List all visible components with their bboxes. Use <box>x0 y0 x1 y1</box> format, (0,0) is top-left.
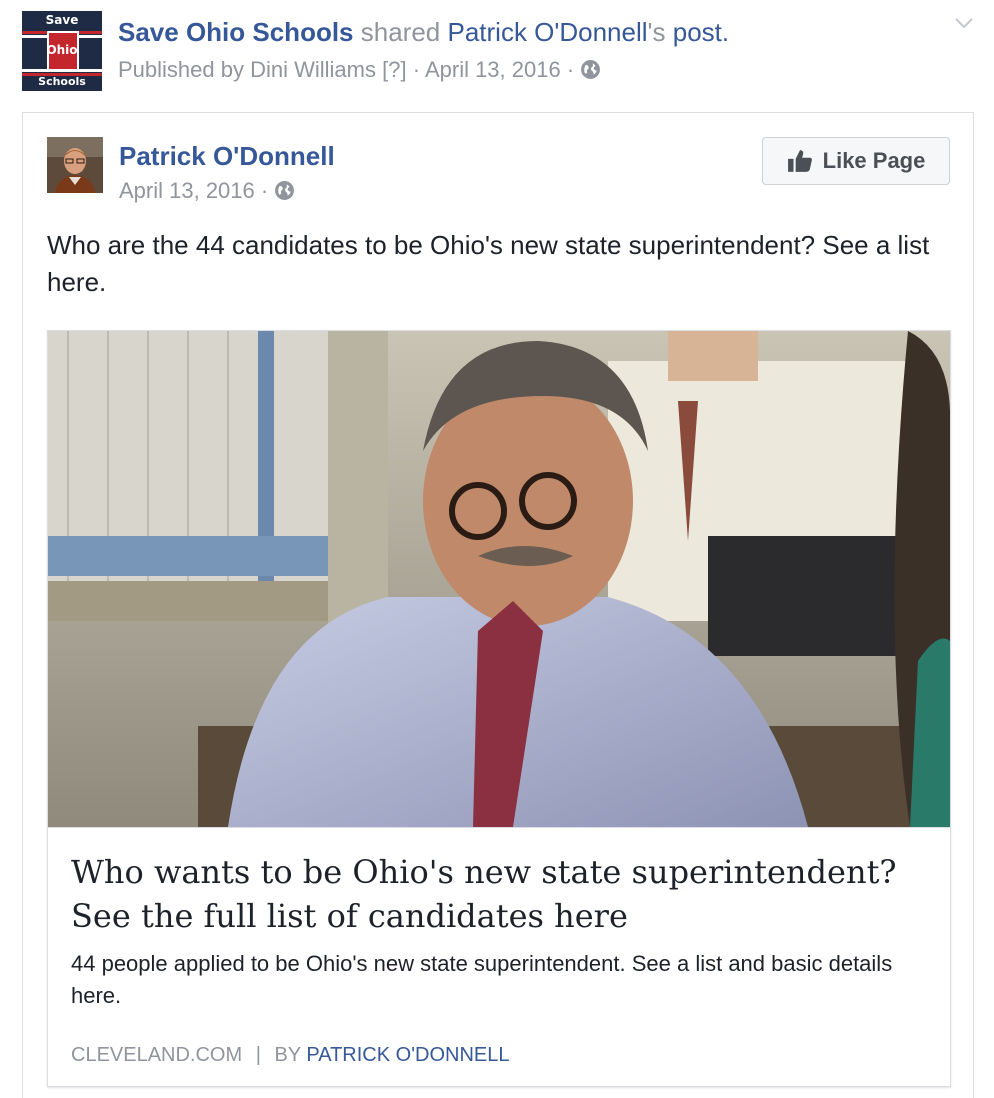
author-name-link[interactable]: Patrick O'Donnell <box>119 140 335 172</box>
globe-icon <box>275 181 295 200</box>
logo-middle-text: Ohio <box>46 43 78 57</box>
help-marker[interactable]: [?] <box>382 57 406 82</box>
globe-icon <box>581 60 601 79</box>
published-by-label: Published by <box>118 57 244 82</box>
shared-post-meta: Published by Dini Williams [?] · April 1… <box>118 56 601 84</box>
link-preview-source: cleveland.com | By Patrick O'Donnell <box>71 1042 510 1068</box>
logo-top-text: Save <box>45 13 79 27</box>
article-photo <box>48 331 950 827</box>
inner-post-date-link[interactable]: April 13, 2016 <box>119 178 255 203</box>
logo-bottom-text: Schools <box>38 75 86 88</box>
post-message: Who are the 44 candidates to be Ohio's n… <box>47 230 930 297</box>
meta-separator: · <box>566 57 575 82</box>
original-author-link[interactable]: Patrick O'Donnell <box>447 17 647 47</box>
post-link[interactable]: post. <box>673 17 729 47</box>
link-preview-image[interactable] <box>48 331 950 827</box>
post-date-link[interactable]: April 13, 2016 <box>425 57 561 82</box>
meta-separator: · <box>260 178 269 203</box>
original-post-card: Patrick O'Donnell April 13, 2016 · Like … <box>22 112 974 1098</box>
inner-post-meta: April 13, 2016 · <box>119 177 295 205</box>
like-page-label: Like Page <box>822 148 926 173</box>
byline-author-link[interactable]: Patrick O'Donnell <box>306 1044 509 1066</box>
link-preview-description: 44 people applied to be Ohio's new state… <box>71 951 893 1008</box>
author-avatar[interactable] <box>47 137 103 193</box>
link-preview-body[interactable]: Who wants to be Ohio's new state superin… <box>48 827 950 1087</box>
shared-verb: shared <box>360 17 441 47</box>
byline-prefix: By <box>274 1044 301 1066</box>
link-preview-card[interactable]: Who wants to be Ohio's new state superin… <box>47 330 951 1087</box>
link-preview-title[interactable]: Who wants to be Ohio's new state superin… <box>71 850 931 938</box>
logo-stripe <box>22 69 102 72</box>
source-separator: | <box>255 1044 261 1066</box>
page-logo[interactable]: Save Ohio Schools <box>22 11 102 91</box>
shared-post-header: Save Ohio Schools Save Ohio Schools shar… <box>0 0 994 110</box>
meta-separator: · <box>412 57 421 82</box>
author-photo <box>47 137 103 193</box>
thumbs-up-icon <box>787 150 812 172</box>
like-page-button[interactable]: Like Page <box>762 137 950 185</box>
chevron-down-icon[interactable] <box>954 16 974 30</box>
shared-post-title: Save Ohio Schools shared Patrick O'Donne… <box>118 16 729 48</box>
source-domain: cleveland.com <box>71 1044 243 1066</box>
possessive-text: 's <box>647 17 666 47</box>
page-name-link[interactable]: Save Ohio Schools <box>118 17 354 47</box>
publisher-name[interactable]: Dini Williams <box>250 57 376 82</box>
